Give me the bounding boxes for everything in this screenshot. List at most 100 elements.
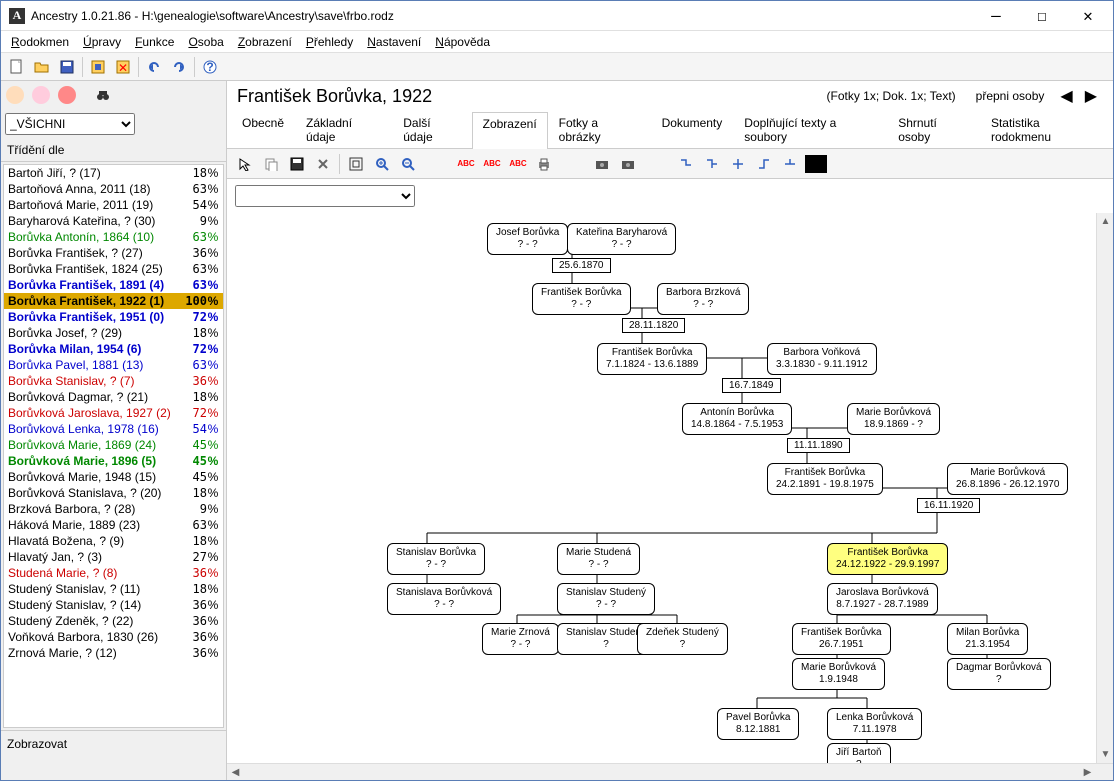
tree-node[interactable]: Josef Borůvka? - ? [487,223,568,255]
zoom-out-button[interactable] [396,152,420,176]
save-button[interactable] [55,55,79,79]
person-list[interactable]: Bartoň Jiří, ? (17)18%Bartoňová Anna, 20… [3,164,224,728]
layout-button-2[interactable] [700,152,724,176]
tab-5[interactable]: Dokumenty [651,111,734,148]
close-button[interactable]: ✕ [1065,1,1111,31]
tree-node[interactable]: Antonín Borůvka14.8.1864 - 7.5.1953 [682,403,792,435]
scroll-down-button[interactable]: ▼ [1097,746,1113,763]
scroll-up-button[interactable]: ▲ [1097,213,1113,230]
tree-node[interactable]: Marie Studená? - ? [557,543,640,575]
female-filter-button[interactable] [29,83,53,107]
person-row[interactable]: Borůvková Lenka, 1978 (16)54% [4,421,223,437]
person-row[interactable]: Bartoňová Marie, 2011 (19)54% [4,197,223,213]
delete-button[interactable]: ✕ [111,55,135,79]
tree-node[interactable]: Milan Borůvka21.3.1954 [947,623,1028,655]
tree-node[interactable]: Jaroslava Borůvková8.7.1927 - 28.7.1989 [827,583,938,615]
tree-node[interactable]: Pavel Borůvka8.12.1881 [717,708,799,740]
tree-node[interactable]: František Borůvka24.2.1891 - 19.8.1975 [767,463,883,495]
next-person-button[interactable]: ▶ [1079,86,1103,106]
person-row[interactable]: Zrnová Marie, ? (12)36% [4,645,223,661]
prev-person-button[interactable]: ◀ [1054,86,1078,106]
tree-node[interactable]: Marie Borůvková18.9.1869 - ? [847,403,940,435]
tab-1[interactable]: Základní údaje [295,111,392,148]
person-row[interactable]: Borůvka František, 1891 (4)63% [4,277,223,293]
person-row[interactable]: Studená Marie, ? (8)36% [4,565,223,581]
abc-button-2[interactable]: ABC [480,152,504,176]
fit-button[interactable] [344,152,368,176]
close-view-button[interactable] [311,152,335,176]
tree-node[interactable]: Kateřina Baryharová? - ? [567,223,676,255]
person-row[interactable]: Borůvková Stanislava, ? (20)18% [4,485,223,501]
tree-node[interactable]: Stanislav Studený? - ? [557,583,655,615]
redo-button[interactable] [167,55,191,79]
tab-8[interactable]: Statistika rodokmenu [980,111,1109,148]
menu-nastavení[interactable]: Nastavení [361,33,427,51]
person-row[interactable]: Borůvková Marie, 1869 (24)45% [4,437,223,453]
vertical-scrollbar[interactable]: ▲ ▼ [1096,213,1113,763]
other-filter-button[interactable] [55,83,79,107]
person-row[interactable]: Baryharová Kateřina, ? (30)9% [4,213,223,229]
person-row[interactable]: Borůvková Marie, 1896 (5)45% [4,453,223,469]
tab-0[interactable]: Obecně [231,111,295,148]
menu-nápověda[interactable]: Nápověda [429,33,496,51]
zoom-in-button[interactable] [370,152,394,176]
person-row[interactable]: Borůvka Milan, 1954 (6)72% [4,341,223,357]
person-row[interactable]: Hlavatý Jan, ? (3)27% [4,549,223,565]
person-row[interactable]: Studený Stanislav, ? (14)36% [4,597,223,613]
layout-button-5[interactable] [778,152,802,176]
abc-button-1[interactable]: ABC [454,152,478,176]
help-button[interactable]: ? [198,55,222,79]
tab-7[interactable]: Shrnutí osoby [887,111,980,148]
tree-node[interactable]: Marie Zrnová? - ? [482,623,559,655]
photo-button-1[interactable] [590,152,614,176]
person-row[interactable]: Borůvka Stanislav, ? (7)36% [4,373,223,389]
tree-node[interactable]: František Borůvka7.1.1824 - 13.6.1889 [597,343,707,375]
menu-funkce[interactable]: Funkce [129,33,180,51]
person-row[interactable]: Borůvka Josef, ? (29)18% [4,325,223,341]
menu-přehledy[interactable]: Přehledy [300,33,359,51]
person-row[interactable]: Borůvková Jaroslava, 1927 (2)72% [4,405,223,421]
tree-node[interactable]: Stanislav Borůvka? - ? [387,543,485,575]
menu-rodokmen[interactable]: Rodokmen [5,33,75,51]
new-file-button[interactable] [5,55,29,79]
person-row[interactable]: Borůvková Dagmar, ? (21)18% [4,389,223,405]
photo-button-2[interactable] [616,152,640,176]
select-tool-button[interactable] [233,152,257,176]
tree-node[interactable]: Barbora Voňková3.3.1830 - 9.11.1912 [767,343,877,375]
tree-node[interactable]: František Borůvka? - ? [532,283,631,315]
person-row[interactable]: Bartoň Jiří, ? (17)18% [4,165,223,181]
person-row[interactable]: Borůvka Pavel, 1881 (13)63% [4,357,223,373]
tree-node[interactable]: Barbora Brzková? - ? [657,283,749,315]
tree-node[interactable]: Lenka Borůvková7.11.1978 [827,708,922,740]
tree-node[interactable]: Marie Borůvková1.9.1948 [792,658,885,690]
tree-node[interactable]: Zdeňek Studený? [637,623,728,655]
scroll-right-button[interactable]: ▶ [1079,764,1096,780]
tree-node[interactable]: Stanislava Borůvková? - ? [387,583,501,615]
person-row[interactable]: Hlavatá Božena, ? (9)18% [4,533,223,549]
person-row[interactable]: Borůvka František, 1922 (1)100% [4,293,223,309]
person-row[interactable]: Bartoňová Anna, 2011 (18)63% [4,181,223,197]
copy-button[interactable] [259,152,283,176]
person-row[interactable]: Studený Zdeněk, ? (22)36% [4,613,223,629]
tree-canvas[interactable]: Josef Borůvka? - ?Kateřina Baryharová? -… [227,213,1113,780]
filter-select[interactable]: _VŠICHNI [5,113,135,135]
tab-3[interactable]: Zobrazení [472,112,548,149]
color-button[interactable] [804,152,828,176]
export-button[interactable] [86,55,110,79]
tree-node[interactable]: František Borůvka26.7.1951 [792,623,891,655]
person-row[interactable]: Borůvková Marie, 1948 (15)45% [4,469,223,485]
tree-node[interactable]: František Borůvka24.12.1922 - 29.9.1997 [827,543,948,575]
horizontal-scrollbar[interactable]: ◀ ▶ [227,763,1113,780]
menu-osoba[interactable]: Osoba [182,33,229,51]
tab-6[interactable]: Doplňující texty a soubory [733,111,887,148]
tab-4[interactable]: Fotky a obrázky [548,111,651,148]
person-row[interactable]: Háková Marie, 1889 (23)63% [4,517,223,533]
tree-node[interactable]: Dagmar Borůvková? [947,658,1051,690]
switch-persons-link[interactable]: přepni osoby [976,89,1045,103]
minimize-button[interactable]: — [973,1,1019,31]
person-row[interactable]: Borůvka Antonín, 1864 (10)63% [4,229,223,245]
person-row[interactable]: Borůvka František, 1824 (25)63% [4,261,223,277]
person-row[interactable]: Brzková Barbora, ? (28)9% [4,501,223,517]
open-file-button[interactable] [30,55,54,79]
menu-zobrazení[interactable]: Zobrazení [232,33,298,51]
